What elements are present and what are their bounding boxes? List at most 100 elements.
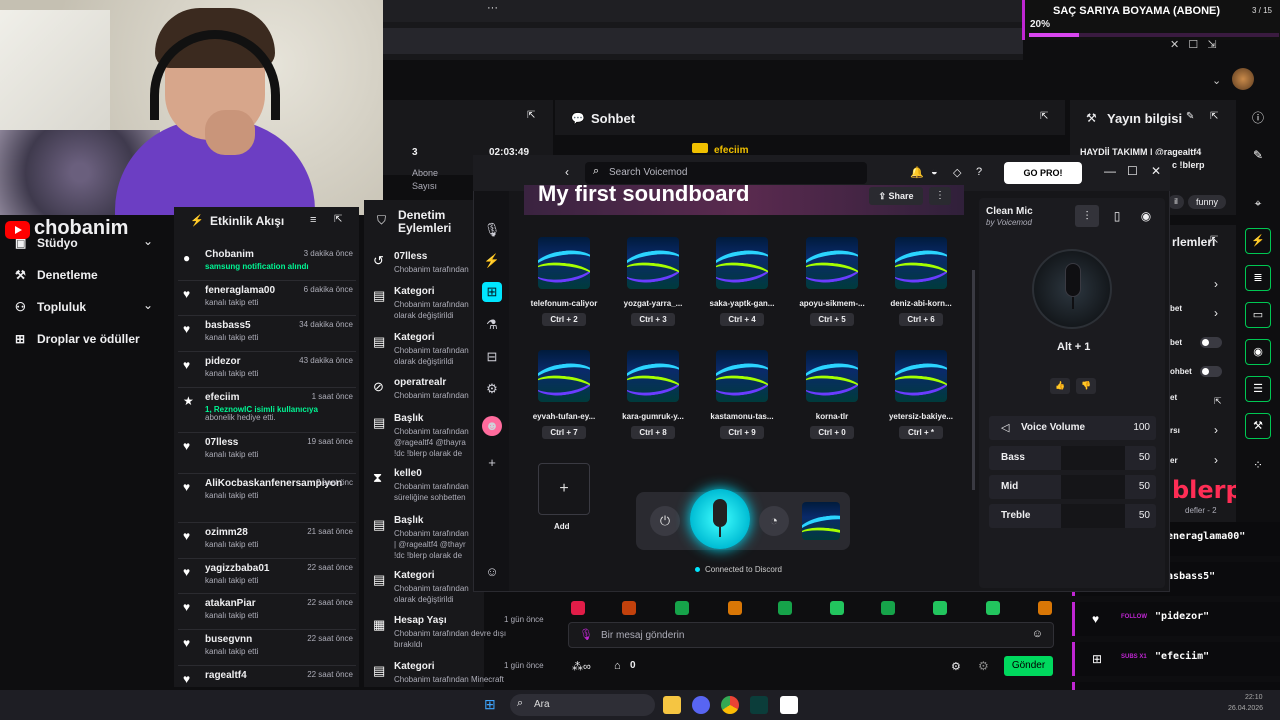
- sound-hotkey[interactable]: Ctrl + 7: [542, 426, 586, 439]
- activity-item[interactable]: ♥ busegvnn 22 saat önce kanalı takip etti: [183, 634, 353, 664]
- back-icon[interactable]: ‹: [565, 165, 569, 179]
- emote[interactable]: [986, 601, 1000, 615]
- user-icon[interactable]: ☺: [482, 562, 502, 582]
- activity-item[interactable]: ♥ 07lless 19 saat önce kanalı takip etti: [183, 437, 353, 467]
- emoji-icon[interactable]: ☺: [1032, 628, 1043, 640]
- chat-icon[interactable]: ▭: [1245, 302, 1271, 328]
- folder-icon[interactable]: [663, 696, 681, 714]
- bell-icon[interactable]: 🔔: [910, 166, 924, 179]
- slider-track[interactable]: [1061, 475, 1125, 499]
- sliders-icon[interactable]: ⫶: [1075, 205, 1099, 227]
- gift-icon[interactable]: ⊟: [482, 347, 502, 367]
- sound-hotkey[interactable]: Ctrl + 4: [720, 313, 764, 326]
- activity-item[interactable]: ♥ feneraglama00 6 dakika önce kanalı takip …: [183, 285, 353, 315]
- mic-icon[interactable]: 🎙: [579, 628, 593, 641]
- sound-tile[interactable]: [895, 350, 947, 402]
- sound-hotkey[interactable]: Ctrl + 8: [631, 426, 675, 439]
- flask-icon[interactable]: ⚗: [482, 315, 502, 335]
- nav-moderation[interactable]: ⚒ Denetleme: [15, 268, 98, 282]
- activity-item[interactable]: ♥ atakanPiar 22 saat önce kanalı takip etti: [183, 598, 353, 628]
- emote[interactable]: [622, 601, 636, 615]
- popout-icon[interactable]: ⇱: [1210, 111, 1218, 122]
- sound-hotkey[interactable]: Ctrl + 5: [810, 313, 854, 326]
- mod-action-item[interactable]: ▤ Kategori Chobanim tarafından olarak deği…: [370, 332, 480, 368]
- discord-icon[interactable]: ◒: [931, 166, 938, 178]
- activity-item[interactable]: ● Chobanim 3 dakika önce samsung notificati…: [183, 249, 353, 279]
- thumbs-up-icon[interactable]: 👍: [1050, 378, 1070, 394]
- mod-action-item[interactable]: ↺ 07lless Chobanim tarafından: [370, 251, 480, 287]
- lightning-icon[interactable]: ⚡: [1245, 228, 1271, 254]
- minimize-icon[interactable]: —: [1104, 164, 1116, 178]
- chevron-down-icon[interactable]: ⌄: [143, 298, 153, 312]
- chevron-right-icon[interactable]: ›: [1214, 277, 1218, 291]
- avatar[interactable]: ☻: [482, 416, 502, 436]
- toggle[interactable]: [1200, 337, 1222, 348]
- voice-slider[interactable]: ◁ Voice Volume 100: [989, 416, 1156, 440]
- lightning-icon[interactable]: ⚡: [482, 251, 502, 271]
- settings-icon[interactable]: ☰: [1245, 376, 1271, 402]
- close-icon[interactable]: ✕: [1151, 164, 1161, 178]
- broadcast-icon[interactable]: ◉: [1245, 339, 1271, 365]
- sound-tile[interactable]: [895, 237, 947, 289]
- thumbs-down-icon[interactable]: 👎: [1076, 378, 1096, 394]
- dots-icon[interactable]: ⁘: [1245, 452, 1271, 478]
- mic-icon[interactable]: 🎙: [482, 220, 502, 240]
- emote[interactable]: [881, 601, 895, 615]
- emote[interactable]: [933, 601, 947, 615]
- windows-icon[interactable]: ⊞: [484, 696, 496, 713]
- store-icon[interactable]: ⌂: [614, 660, 621, 672]
- plus-icon[interactable]: +: [482, 453, 502, 473]
- voicemod-search[interactable]: ⌕ Search Voicemod: [585, 162, 867, 184]
- hear-myself-icon[interactable]: ◔: [759, 506, 789, 536]
- sound-tile[interactable]: [716, 237, 768, 289]
- activity-item[interactable]: ♥ basbass5 34 dakika önce kanalı takip etti: [183, 320, 353, 350]
- gear-icon[interactable]: ⚙: [951, 660, 961, 673]
- share-button[interactable]: ⇪ Share: [869, 187, 923, 205]
- sound-hotkey[interactable]: Ctrl + 9: [720, 426, 764, 439]
- sound-tile[interactable]: [627, 237, 679, 289]
- mod-action-item[interactable]: ⧗ kelle0 Chobanim tarafından süreliğine so…: [370, 468, 480, 504]
- filter-icon[interactable]: ≡: [310, 214, 316, 226]
- tag[interactable]: funny: [1188, 195, 1226, 209]
- popout-icon[interactable]: ⇱: [527, 110, 535, 121]
- maximize-icon[interactable]: ☐: [1127, 164, 1138, 178]
- nav-community[interactable]: ⚇ Topluluk: [15, 300, 86, 314]
- power-icon[interactable]: ⏻: [650, 506, 680, 536]
- discord-icon[interactable]: [692, 696, 710, 714]
- wrench-icon[interactable]: ⚒: [1245, 413, 1271, 439]
- voice-changer-button[interactable]: [690, 489, 750, 549]
- soundboard-icon[interactable]: ⊞: [482, 282, 502, 302]
- slider-track[interactable]: [1061, 446, 1125, 470]
- chrome-icon[interactable]: [721, 696, 739, 714]
- voicemod-icon[interactable]: [750, 696, 768, 714]
- mod-action-item[interactable]: ▦ Hesap Yaşı 1 gün önce Chobanim tarafından…: [370, 615, 544, 651]
- emote[interactable]: [571, 601, 585, 615]
- emote[interactable]: [830, 601, 844, 615]
- record-icon[interactable]: ◉: [1134, 205, 1158, 227]
- popout-icon[interactable]: ⇱: [334, 214, 342, 225]
- sound-tile[interactable]: [806, 350, 858, 402]
- emote[interactable]: [728, 601, 742, 615]
- mod-action-item[interactable]: ▤ Başlık Chobanim tarafından | @ragealtf4 …: [370, 515, 480, 560]
- taskbar-search[interactable]: ⌕ Ara: [510, 694, 655, 716]
- add-sound-button[interactable]: +: [538, 463, 590, 515]
- activity-item[interactable]: ♥ ozimm28 21 saat önce kanalı takip etti: [183, 527, 353, 557]
- chevron-right-icon[interactable]: ›: [1214, 306, 1218, 320]
- activity-item[interactable]: ♥ pidezor 43 dakika önce kanalı takip etti: [183, 356, 353, 386]
- info-icon[interactable]: ⓘ: [1245, 105, 1271, 131]
- gear-icon[interactable]: ⚙: [482, 379, 502, 399]
- sound-hotkey[interactable]: Ctrl + 2: [542, 313, 586, 326]
- sound-hotkey[interactable]: Ctrl + 0: [810, 426, 854, 439]
- chevron-right-icon[interactable]: ›: [1214, 423, 1218, 437]
- more-icon[interactable]: ···: [487, 2, 498, 14]
- chevron-right-icon[interactable]: ›: [1214, 453, 1218, 467]
- chevron-down-icon[interactable]: ⌄: [143, 234, 153, 248]
- diamond-icon[interactable]: ◇: [953, 166, 961, 179]
- sound-tile[interactable]: [806, 237, 858, 289]
- sound-hotkey[interactable]: Ctrl + 3: [631, 313, 675, 326]
- send-button[interactable]: Gönder: [1004, 656, 1053, 676]
- points-icon[interactable]: ⁂∞: [572, 660, 591, 673]
- voice-slider[interactable]: Bass 50: [989, 446, 1156, 470]
- sound-tile[interactable]: [538, 350, 590, 402]
- file-icon[interactable]: [780, 696, 798, 714]
